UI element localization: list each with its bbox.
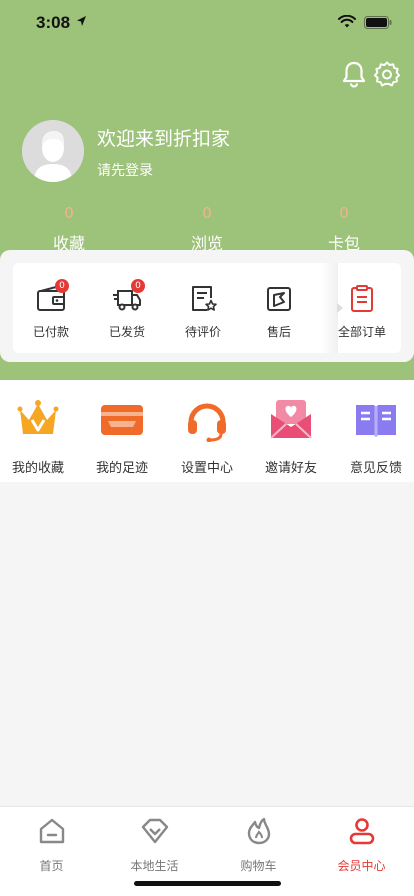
tab-home[interactable]: 首页 — [0, 817, 103, 874]
stat-browsed[interactable]: 0 浏览 — [167, 203, 247, 254]
service-label: 邀请好友 — [264, 461, 317, 476]
service-settings-center[interactable]: 设置中心 — [166, 398, 248, 476]
book-icon — [356, 405, 396, 437]
order-label: 已发货 — [108, 325, 145, 339]
order-badge: 0 — [55, 279, 69, 293]
user-icon — [349, 818, 374, 845]
tab-member-center[interactable]: 会员中心 — [310, 817, 413, 874]
service-invite-friends[interactable]: 邀请好友 — [250, 398, 332, 476]
tab-cart[interactable]: 购物车 — [207, 817, 310, 874]
flame-icon — [247, 817, 270, 845]
stats-row: 0 收藏 0 浏览 0 卡包 — [0, 203, 414, 253]
order-shipped[interactable]: 0 已发货 — [89, 263, 165, 353]
services-grid: 我的收藏 我的足迹 设置中心 邀请好友 意见反馈 — [0, 380, 414, 482]
order-all[interactable]: 全部订单 — [324, 263, 400, 353]
login-link[interactable]: 请先登录 — [97, 160, 153, 180]
tab-label: 购物车 — [240, 859, 277, 873]
home-icon — [39, 818, 64, 844]
crown-icon — [17, 400, 59, 434]
tab-label: 会员中心 — [337, 859, 386, 873]
welcome-title: 欢迎来到折扣家 — [97, 128, 231, 150]
order-list-icon — [351, 285, 373, 312]
service-label: 意见反馈 — [349, 461, 402, 476]
diamond-icon — [141, 818, 168, 844]
order-paid[interactable]: 0 已付款 — [13, 263, 89, 353]
service-my-footprints[interactable]: 我的足迹 — [81, 398, 163, 476]
service-label: 我的足迹 — [95, 461, 148, 476]
bell-icon[interactable] — [341, 60, 367, 88]
order-label: 待评价 — [184, 325, 221, 339]
service-my-favorites[interactable]: 我的收藏 — [0, 398, 79, 476]
stat-favorites[interactable]: 0 收藏 — [29, 203, 109, 254]
tab-label: 首页 — [39, 859, 64, 873]
wifi-icon — [338, 15, 356, 28]
battery-icon — [364, 16, 392, 29]
after-sales-icon — [267, 287, 291, 311]
stat-count: 0 — [64, 204, 74, 222]
status-time: 3:08 — [36, 13, 71, 32]
order-label: 已付款 — [32, 325, 69, 339]
stat-count: 0 — [202, 204, 212, 222]
review-icon — [192, 286, 217, 311]
gear-icon[interactable] — [373, 60, 401, 88]
order-to-review[interactable]: 待评价 — [165, 263, 241, 353]
tab-label: 本地生活 — [130, 859, 179, 873]
order-panel: 0 已付款 0 已发货 待评价 售后 全部订单 — [13, 263, 401, 353]
headset-icon — [188, 403, 226, 443]
order-badge: 0 — [131, 279, 145, 293]
order-after-sales[interactable]: 售后 — [241, 263, 317, 353]
home-indicator — [134, 881, 281, 886]
invite-mail-icon — [270, 400, 312, 439]
service-feedback[interactable]: 意见反馈 — [335, 398, 414, 476]
order-label: 全部订单 — [337, 325, 386, 339]
service-label: 我的收藏 — [11, 461, 64, 476]
service-label: 设置中心 — [180, 461, 233, 476]
tab-local-life[interactable]: 本地生活 — [103, 817, 206, 874]
order-card: 0 已付款 0 已发货 待评价 售后 全部订单 — [0, 250, 414, 362]
stat-count: 0 — [339, 204, 349, 222]
default-avatar-icon — [22, 120, 84, 182]
location-arrow-icon — [77, 16, 86, 26]
stat-card-wallet[interactable]: 0 卡包 — [304, 203, 384, 254]
order-label: 售后 — [266, 325, 291, 339]
avatar[interactable] — [22, 120, 84, 182]
status-bar: 3:08 — [0, 0, 414, 46]
card-icon — [101, 405, 143, 435]
